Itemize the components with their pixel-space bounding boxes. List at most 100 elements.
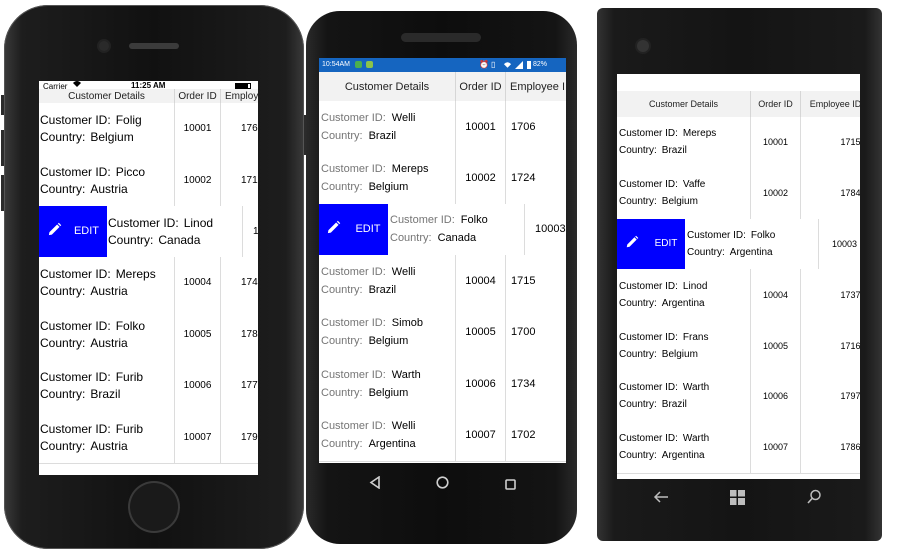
customer-id-label: Customer ID: xyxy=(619,433,678,445)
order-id-cell: 10005 xyxy=(751,320,801,371)
customer-id-value: Furib xyxy=(115,370,144,385)
back-arrow-icon[interactable] xyxy=(653,490,669,509)
country-value: Argentina xyxy=(729,246,773,258)
header-cell-customer-details[interactable]: Customer Details xyxy=(617,91,751,117)
table-row[interactable]: Customer ID: Mereps Country: Belgium 10002 17… xyxy=(319,152,566,205)
customer-details-cell: Customer ID: Frans Country: Belgium xyxy=(617,320,751,371)
grid-header: Customer Details Order ID Employ xyxy=(39,89,258,104)
recent-square-icon[interactable] xyxy=(505,477,516,495)
order-id-cell: 10005 xyxy=(456,306,506,358)
edit-swipe-button[interactable]: EDIT xyxy=(617,218,685,270)
pencil-icon xyxy=(625,235,639,252)
home-button[interactable] xyxy=(128,481,180,533)
notification-icon-2 xyxy=(366,61,373,68)
table-row[interactable]: Customer ID: Welli Country: Brazil 10004 1715 xyxy=(319,255,566,308)
header-cell-customer-details[interactable]: Customer Details xyxy=(319,72,456,101)
country-value: Austria xyxy=(90,284,128,299)
table-row[interactable]: Customer ID: Vaffe Country: Belgium 10002 178… xyxy=(617,167,860,220)
customer-details-cell: Customer ID: Folko Country: Austria xyxy=(39,308,175,360)
windows-logo-icon[interactable] xyxy=(730,490,745,510)
header-cell-employee-id[interactable]: Employ xyxy=(221,89,258,103)
customer-details-cell: Customer ID: Linod Country: Argentina xyxy=(617,269,751,321)
notification-icon xyxy=(355,61,362,68)
country-value: Brazil xyxy=(661,145,687,157)
table-row[interactable]: Customer ID: Picco Country: Austria 10002 171 xyxy=(39,154,258,207)
header-cell-order-id[interactable]: Order ID xyxy=(751,91,801,117)
table-row[interactable]: EDIT Customer ID: Linod Country: Canada 1 xyxy=(39,205,258,259)
customer-id-label: Customer ID: xyxy=(40,164,111,179)
battery-icon xyxy=(527,61,531,69)
table-row[interactable]: EDIT Customer ID: Folko Country: Argentina 10… xyxy=(617,218,860,271)
country-label: Country: xyxy=(321,335,363,348)
customer-id-label: Customer ID: xyxy=(40,318,111,333)
customer-id-value: Furib xyxy=(115,421,144,436)
table-row[interactable]: Customer ID: Mereps Country: Austria 10004 17… xyxy=(39,257,258,310)
country-label: Country: xyxy=(40,387,86,402)
employee-id-cell: 177 xyxy=(241,380,258,392)
customer-details-cell: Customer ID: Mereps Country: Austria xyxy=(39,257,175,309)
order-id-cell: 10001 xyxy=(175,103,221,155)
edit-swipe-button[interactable]: EDIT xyxy=(39,205,107,258)
table-row[interactable]: Customer ID: Warth Country: Belgium 10006 173… xyxy=(319,358,566,411)
customer-details-cell: Customer ID: Picco Country: Austria xyxy=(39,154,175,206)
header-cell-employee-id[interactable]: Employee I xyxy=(506,72,566,101)
employee-id-cell: 176 xyxy=(241,123,258,135)
country-label: Country: xyxy=(619,450,657,462)
order-id-cell: 10006 xyxy=(456,358,506,410)
table-row[interactable]: Customer ID: Warth Country: Brazil 10006 1797 xyxy=(617,371,860,423)
customer-id-label: Customer ID: xyxy=(40,113,111,128)
grid-header: Customer Details Order ID Employee I xyxy=(319,72,566,102)
customer-id-value: Mereps xyxy=(682,128,717,140)
customer-details-cell: Customer ID: Mereps Country: Brazil xyxy=(617,117,751,168)
android-screen: 10:54AM ⏰ ▯ 82% Customer Details Order ID… xyxy=(319,58,566,463)
order-id-cell: 10007 xyxy=(456,409,506,461)
battery-percent: 82% xyxy=(533,61,548,68)
customer-details-cell: Customer ID: Welli Country: Argentina xyxy=(319,409,456,461)
edit-swipe-button[interactable]: EDIT xyxy=(319,203,388,256)
table-row[interactable]: Customer ID: Furib Country: Brazil 10006 177 xyxy=(39,360,258,413)
back-triangle-icon[interactable] xyxy=(369,475,381,494)
table-row[interactable]: Customer ID: Frans Country: Belgium 10005 171… xyxy=(617,320,860,372)
table-row[interactable]: Customer ID: Furib Country: Austria 10007 179 xyxy=(39,411,258,464)
table-row[interactable]: Customer ID: Folig Country: Belgium 10001 176 xyxy=(39,103,258,156)
pencil-icon xyxy=(326,220,341,238)
customer-id-label: Customer ID: xyxy=(619,280,678,292)
header-cell-order-id[interactable]: Order ID xyxy=(175,89,221,103)
table-row[interactable]: Customer ID: Welli Country: Brazil 10001 1706 xyxy=(319,101,566,154)
header-cell-order-id[interactable]: Order ID xyxy=(456,72,506,101)
employee-id-cell: 1715 xyxy=(511,274,536,287)
search-icon[interactable] xyxy=(807,489,822,509)
customer-id-label: Customer ID: xyxy=(40,421,111,436)
employee-id-cell: 171 xyxy=(241,174,258,186)
home-circle-icon[interactable] xyxy=(436,476,449,494)
customer-id-label: Customer ID: xyxy=(619,382,678,394)
country-value: Argentina xyxy=(661,297,705,309)
customer-id-value: Folko xyxy=(750,229,776,241)
header-cell-employee-id[interactable]: Employee ID xyxy=(801,91,860,117)
table-row[interactable]: EDIT Customer ID: Folko Country: Canada 10003 xyxy=(319,203,566,257)
customer-id-label: Customer ID: xyxy=(321,111,386,124)
employee-id-cell: 1700 xyxy=(511,326,536,339)
table-row[interactable]: Customer ID: Welli Country: Argentina 10007 1… xyxy=(319,409,566,462)
table-row[interactable]: Customer ID: Folko Country: Austria 10005 178 xyxy=(39,308,258,361)
country-value: Austria xyxy=(90,335,128,350)
country-label: Country: xyxy=(687,246,725,258)
customer-id-value: Folko xyxy=(115,318,146,333)
employee-id-cell: 1702 xyxy=(511,429,536,442)
header-cell-customer-details[interactable]: Customer Details xyxy=(39,89,175,103)
table-row[interactable]: Customer ID: Linod Country: Argentina 10004 1… xyxy=(617,269,860,322)
table-row[interactable]: Customer ID: Warth Country: Argentina 10007 1… xyxy=(617,421,860,474)
customer-id-label: Customer ID: xyxy=(321,420,386,433)
customer-id-label: Customer ID: xyxy=(390,214,455,227)
front-camera xyxy=(637,40,649,52)
table-row[interactable]: Customer ID: Mereps Country: Brazil 10001 171… xyxy=(617,117,860,169)
edit-label: EDIT xyxy=(654,238,678,250)
order-id-cell: 1 xyxy=(243,206,258,257)
country-value: Belgium xyxy=(368,335,409,348)
pencil-icon xyxy=(47,222,62,240)
country-label: Country: xyxy=(40,181,86,196)
customer-id-label: Customer ID: xyxy=(321,368,386,381)
customer-id-label: Customer ID: xyxy=(321,163,386,176)
table-row[interactable]: Customer ID: Simob Country: Belgium 10005 170… xyxy=(319,306,566,359)
customer-details-cell: Customer ID: Folig Country: Belgium xyxy=(39,103,175,155)
